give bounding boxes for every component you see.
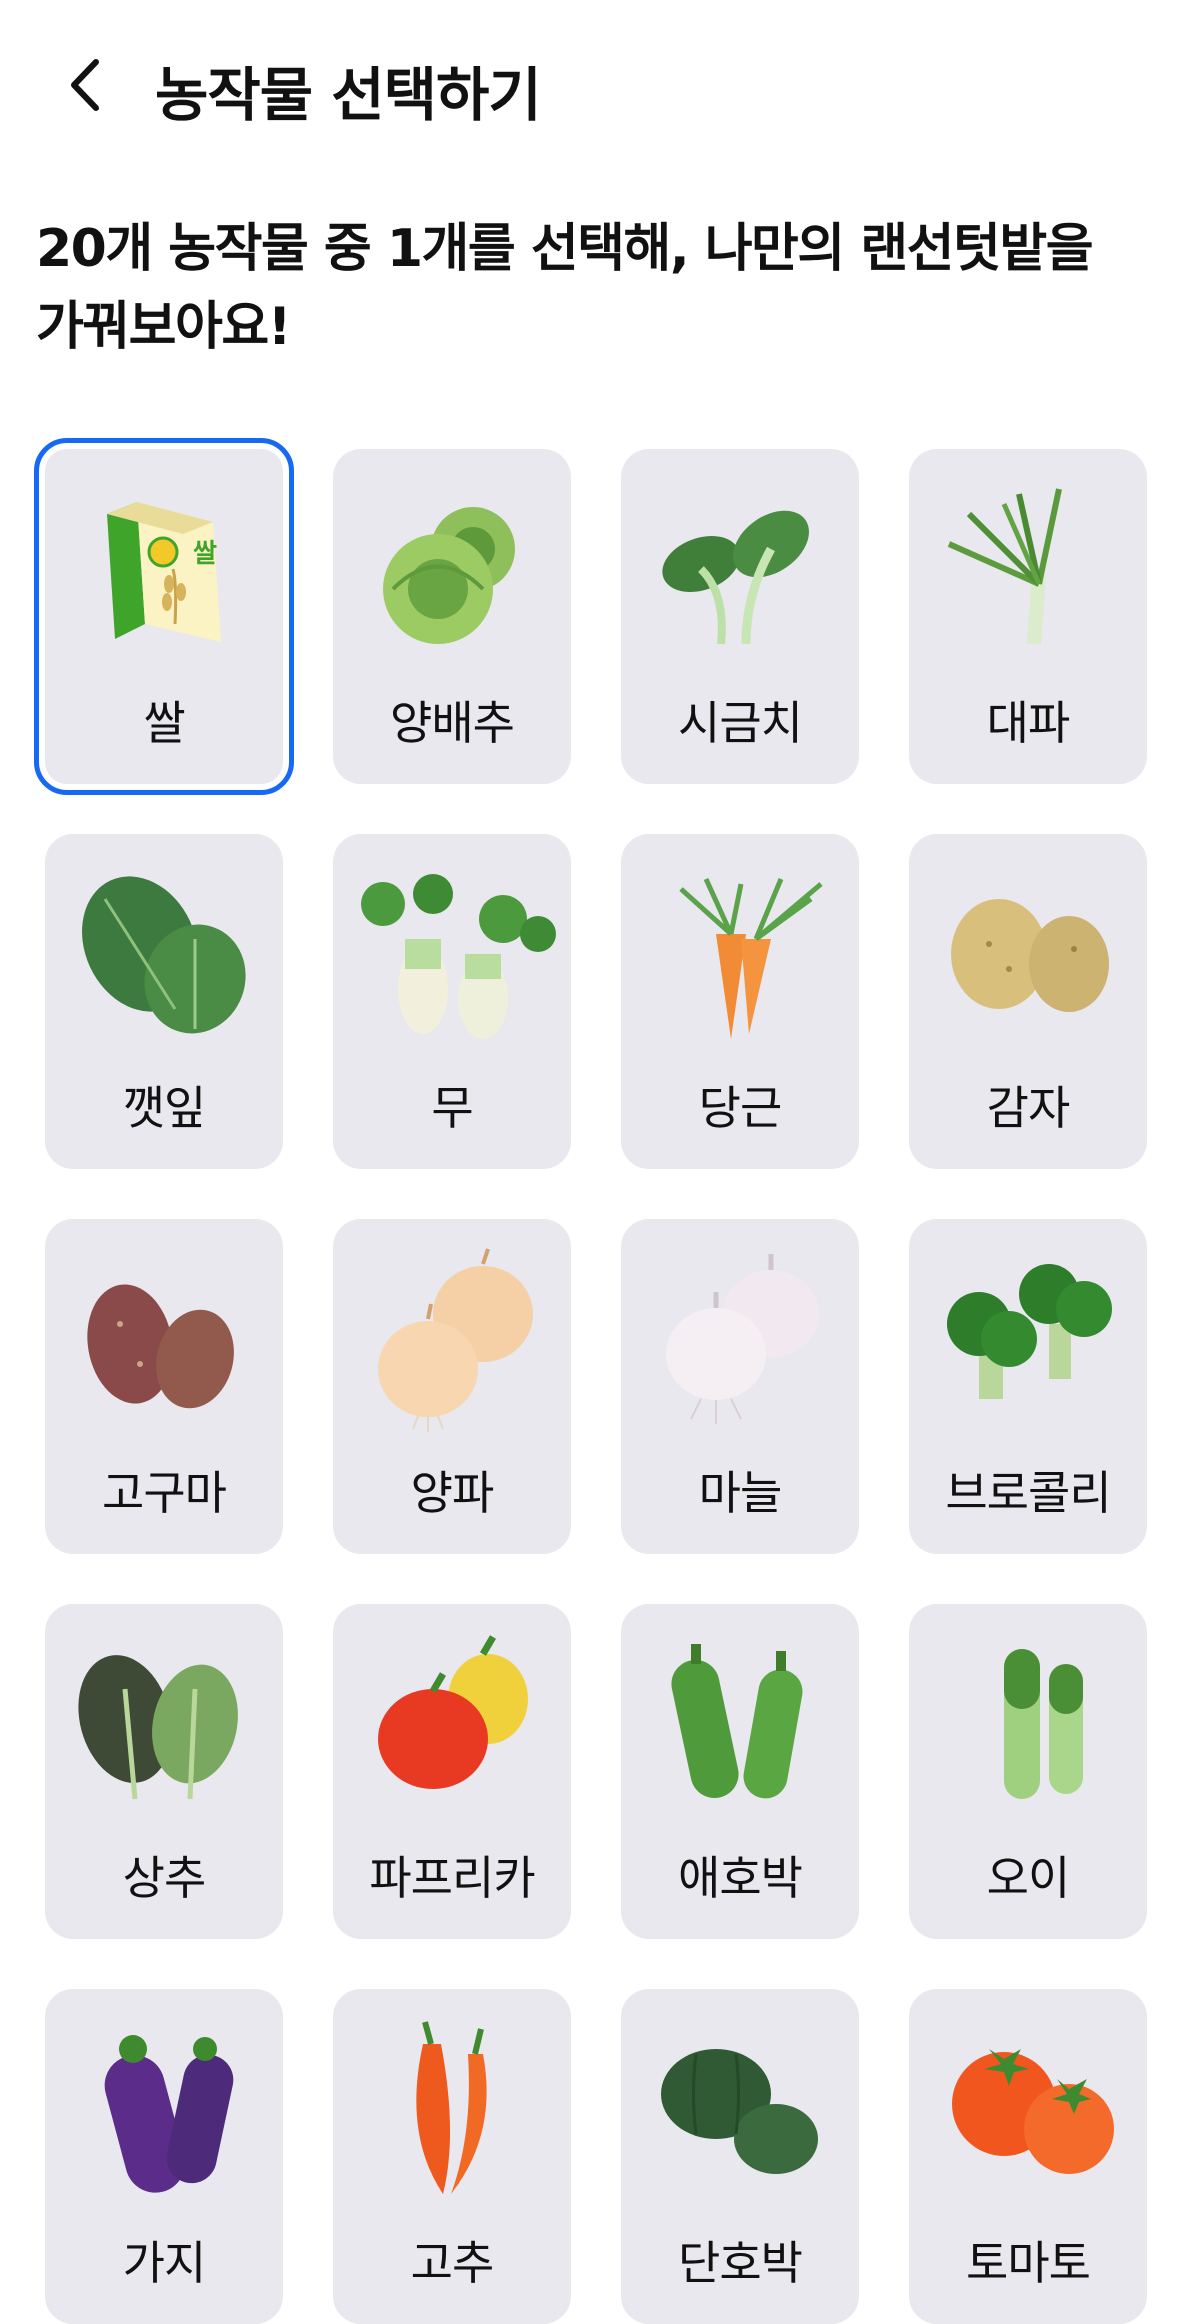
paprika-icon [378,1635,528,1789]
crop-label: 고추 [410,2236,495,2290]
crop-card-5[interactable]: 깻잎 [45,834,283,1169]
crop-image [909,1244,1147,1434]
crop-card-10[interactable]: 양파 [333,1219,571,1554]
crop-card-11[interactable]: 마늘 [621,1219,859,1554]
potato-icon [951,899,1109,1012]
crop-image [621,474,859,664]
crop-label: 애호박 [678,1851,803,1905]
crop-image [909,1629,1147,1819]
crop-image [45,859,283,1049]
crop-label: 토마토 [966,2236,1091,2290]
crop-card-19[interactable]: 단호박 [621,1989,859,2324]
crop-card-2[interactable]: 양배추 [333,449,571,784]
crop-grid: 쌀 쌀 양배추 시금치 대파 깻잎 무 당근 감자 고구마 양파 마늘 브로콜리… [0,0,1179,2324]
crop-label: 대파 [986,696,1071,750]
sweet-potato-icon [87,1284,234,1409]
crop-label: 당근 [698,1081,783,1135]
zucchini-icon [671,1644,803,1799]
crop-card-9[interactable]: 고구마 [45,1219,283,1554]
broccoli-icon [947,1264,1112,1399]
crop-label: 감자 [986,1081,1071,1135]
crop-image [621,1244,859,1434]
crop-image [621,859,859,1049]
crop-label: 파프리카 [369,1851,535,1905]
rice-bag-icon: 쌀 [107,502,221,642]
crop-card-13[interactable]: 상추 [45,1604,283,1939]
crop-card-20[interactable]: 토마토 [909,1989,1147,2324]
crop-image [45,1629,283,1819]
lettuce-icon [78,1655,238,1800]
chili-pepper-icon [416,2021,487,2194]
crop-card-14[interactable]: 파프리카 [333,1604,571,1939]
crop-card-7[interactable]: 당근 [621,834,859,1169]
cucumber-icon [1004,1649,1083,1799]
perilla-leaf-icon [82,876,246,1034]
crop-image [621,2014,859,2204]
crop-label: 무 [431,1081,473,1135]
tomato-icon [952,2049,1114,2174]
crop-image [333,474,571,664]
crop-image [333,2014,571,2204]
crop-image [909,859,1147,1049]
crop-image [333,859,571,1049]
carrot-icon [679,877,823,1039]
crop-image [45,1244,283,1434]
crop-label: 양배추 [390,696,515,750]
crop-card-4[interactable]: 대파 [909,449,1147,784]
crop-image [333,1629,571,1819]
crop-label: 양파 [410,1466,495,1520]
onion-icon [378,1248,533,1432]
crop-label: 단호박 [678,2236,803,2290]
crop-card-12[interactable]: 브로콜리 [909,1219,1147,1554]
crop-label: 고구마 [102,1466,227,1520]
crop-card-18[interactable]: 고추 [333,1989,571,2324]
kabocha-squash-icon [661,2049,818,2174]
crop-image [909,474,1147,664]
green-onion-icon [947,488,1062,645]
crop-label: 가지 [122,2236,207,2290]
crop-label: 브로콜리 [945,1466,1111,1520]
crop-card-6[interactable]: 무 [333,834,571,1169]
crop-label: 오이 [986,1851,1071,1905]
crop-image [45,2014,283,2204]
crop-image [333,1244,571,1434]
crop-card-1[interactable]: 쌀 쌀 [34,438,294,795]
crop-label: 쌀 [143,696,185,750]
spinach-icon [662,510,809,645]
crop-label: 깻잎 [122,1081,207,1135]
garlic-icon [666,1254,819,1424]
crop-label: 시금치 [678,696,803,750]
crop-image [621,1629,859,1819]
crop-card-3[interactable]: 시금치 [621,449,859,784]
cabbage-icon [383,507,515,644]
radish-icon [361,874,556,1039]
rice-bag-label: 쌀 [193,538,217,568]
crop-card-17[interactable]: 가지 [45,1989,283,2324]
crop-label: 마늘 [698,1466,783,1520]
crop-card-15[interactable]: 애호박 [621,1604,859,1939]
crop-image: 쌀 [45,474,283,664]
crop-card-8[interactable]: 감자 [909,834,1147,1169]
crop-label: 상추 [122,1851,207,1905]
crop-image [909,2014,1147,2204]
crop-card-16[interactable]: 오이 [909,1604,1147,1939]
eggplant-icon [104,2035,234,2193]
